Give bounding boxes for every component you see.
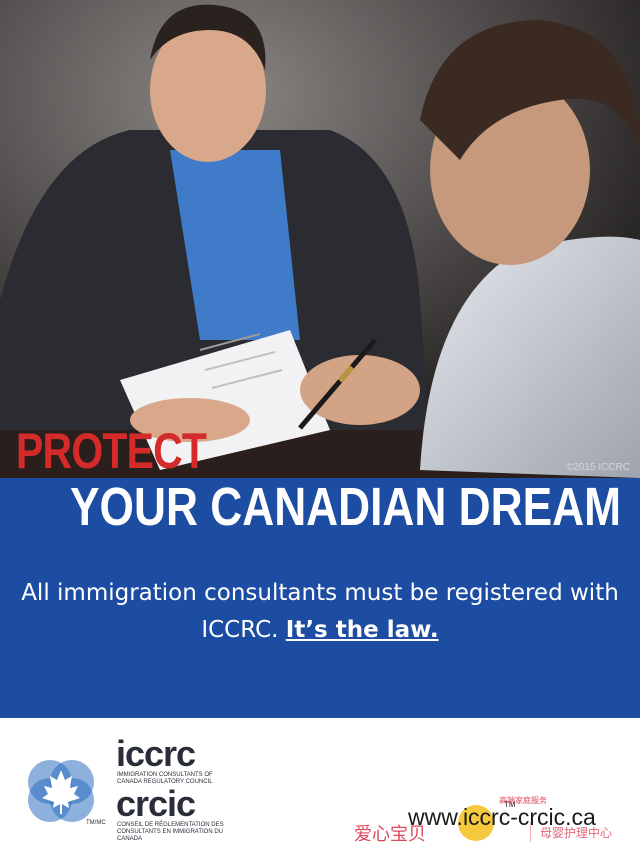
consultation-illustration [0, 0, 640, 478]
message-emphasis: It’s the law. [285, 617, 439, 643]
brand-name-french: crcic [116, 783, 196, 824]
hero-photo: ©2015 ICCRC [0, 0, 640, 478]
watermark-left: 爱心宝贝 [354, 824, 426, 845]
message-text: All immigration consultants must be regi… [0, 575, 640, 649]
watermark-right: 母婴护理中心 [540, 826, 613, 840]
maple-leaf-logo-icon [28, 760, 94, 822]
copyright-notice: ©2015 ICCRC [565, 462, 630, 473]
headline-protect: PROTECT [16, 423, 207, 479]
brand-name-english: iccrc [116, 733, 196, 774]
watermark-divider [530, 822, 531, 842]
headline-canadian-dream: YOUR CANADIAN DREAM [70, 477, 622, 537]
watermark-chip: 高端家庭服务 [499, 796, 547, 805]
tm-mc-mark: TM/MC [86, 820, 106, 826]
brand-subtitle-french: Conseil de réglementation des consultant… [117, 822, 224, 842]
